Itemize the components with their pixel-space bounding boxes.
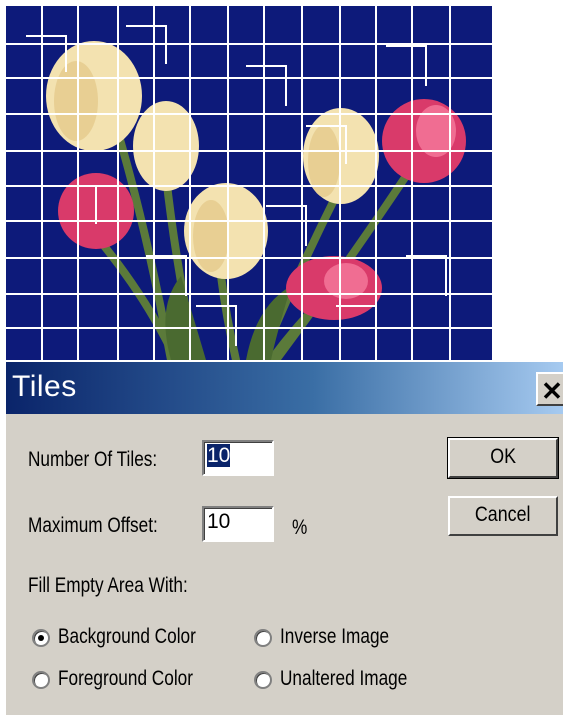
dialog-title: Tiles <box>12 370 77 403</box>
foreground-color-label: Foreground Color <box>58 667 193 690</box>
close-icon: ✕ <box>541 376 563 406</box>
dialog-titlebar: Tiles <box>6 362 563 414</box>
tulip-preview-graphic <box>6 6 492 360</box>
ok-button-label: OK <box>490 445 516 468</box>
maximum-offset-input[interactable]: 10 <box>202 506 274 542</box>
number-of-tiles-label: Number Of Tiles: <box>28 448 158 471</box>
inverse-image-label: Inverse Image <box>280 625 390 648</box>
maximum-offset-label: Maximum Offset: <box>28 514 158 537</box>
radio-background-color[interactable] <box>32 629 50 647</box>
unaltered-image-label: Unaltered Image <box>280 667 408 690</box>
background-color-label: Background Color <box>58 625 196 648</box>
radio-inverse-image[interactable] <box>254 629 272 647</box>
cancel-button[interactable]: Cancel <box>448 496 558 536</box>
maximum-offset-value: 10 <box>207 510 231 533</box>
cancel-button-label: Cancel <box>475 503 531 526</box>
ok-button[interactable]: OK <box>447 437 559 479</box>
tiles-preview-image <box>6 6 492 360</box>
offset-unit-label: % <box>292 516 308 539</box>
radio-unaltered-image[interactable] <box>254 671 272 689</box>
radio-foreground-color[interactable] <box>32 671 50 689</box>
fill-empty-area-label: Fill Empty Area With: <box>28 574 188 597</box>
close-button[interactable]: ✕ <box>536 372 563 406</box>
tiles-dialog: Tiles ✕ Number Of Tiles: 10 Maximum Offs… <box>6 362 563 715</box>
number-of-tiles-value: 10 <box>207 444 231 467</box>
number-of-tiles-input[interactable]: 10 <box>202 440 274 476</box>
